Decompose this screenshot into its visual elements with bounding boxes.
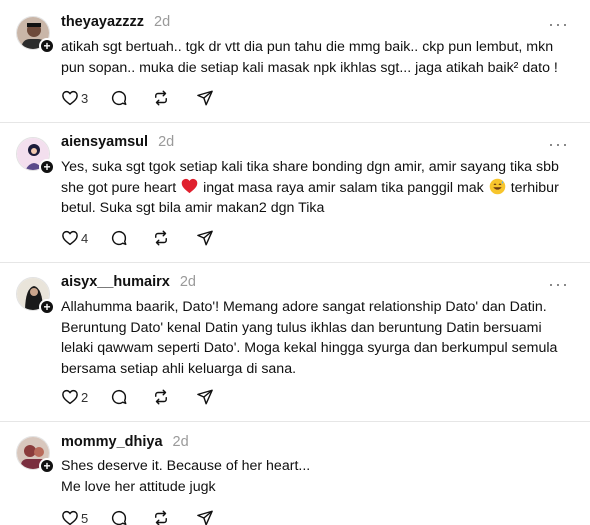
like-count: 3 (81, 90, 89, 106)
comment-button[interactable] (110, 508, 128, 525)
share-button[interactable] (196, 88, 214, 108)
comment-line: Yes, suka sgt tgok setiap kali tika shar… (61, 159, 559, 175)
comment-line: Beruntung Dato' kenal Datin yang tulus i… (61, 319, 542, 336)
repost-button[interactable] (152, 88, 170, 108)
comment-text: atikah sgt bertuah.. tgk dr vtt dia pun … (61, 37, 581, 78)
username[interactable]: aiensyamsul (61, 134, 148, 150)
comment-icon (112, 510, 127, 525)
avatar[interactable]: + (16, 16, 55, 54)
comments-feed: + theyayazzzz 2d ··· atikah sgt bertuah.… (0, 0, 590, 525)
action-bar: 3 (61, 88, 214, 108)
comment-post: + aisyx__humairx 2d ··· Allahumma baarik… (0, 263, 590, 421)
comment-icon (112, 90, 127, 106)
action-bar: 2 (61, 387, 214, 407)
more-icon[interactable]: ··· (548, 135, 569, 153)
timestamp: 2d (172, 434, 189, 450)
like-button[interactable]: 3 (61, 88, 88, 108)
like-count: 2 (81, 389, 89, 405)
repost-icon (155, 389, 168, 405)
action-bar: 5 (61, 508, 214, 525)
heart-icon (62, 230, 78, 246)
comment-text: Shes deserve it. Because of her heart...… (61, 456, 581, 497)
heart-icon (62, 90, 78, 106)
comment-button[interactable] (110, 387, 128, 407)
heart-icon (62, 510, 78, 525)
repost-icon (155, 90, 168, 106)
follow-plus-icon[interactable]: + (39, 38, 55, 54)
like-count: 5 (81, 510, 89, 525)
repost-button[interactable] (152, 508, 170, 525)
comment-line: betul. Suka sgt bila amir makan2 dgn Tik… (61, 200, 325, 216)
username[interactable]: theyayazzzz (61, 14, 144, 30)
avatar[interactable]: + (16, 277, 55, 315)
comment-text: Allahumma baarik, Dato'! Memang adore sa… (61, 297, 581, 379)
follow-plus-icon[interactable]: + (39, 159, 55, 175)
more-icon[interactable]: ··· (548, 15, 569, 33)
avatar[interactable]: + (16, 436, 55, 474)
repost-icon (155, 510, 168, 525)
timestamp: 2d (179, 274, 196, 290)
comment-line: lelaki qawwam seperti Dato'. Moga kekal … (61, 340, 558, 356)
comment-button[interactable] (110, 228, 128, 248)
comment-text: Yes, suka sgt tgok setiap kali tika shar… (61, 157, 581, 219)
avatar[interactable]: + (16, 137, 55, 175)
comment-line: Shes deserve it. Because of her heart... (61, 458, 311, 474)
comment-line: Me love her attitude jugk (61, 478, 216, 495)
share-button[interactable] (196, 387, 214, 407)
like-button[interactable]: 5 (61, 508, 88, 525)
username[interactable]: aisyx__humairx (61, 274, 170, 290)
like-button[interactable]: 2 (61, 387, 88, 407)
comment-post: + aiensyamsul 2d ··· Yes, suka sgt tgok … (0, 123, 590, 262)
repost-button[interactable] (152, 387, 170, 407)
follow-plus-icon[interactable]: + (39, 299, 55, 315)
follow-plus-icon[interactable]: + (39, 458, 55, 474)
share-button[interactable] (196, 508, 214, 525)
comment-line-segment: terhibur (510, 179, 559, 196)
comment-line: pun sopan.. muka die setiap kali masak n… (61, 59, 558, 76)
comment-line-segment: she got pure heart (61, 179, 177, 196)
more-icon[interactable]: ··· (548, 275, 569, 293)
comment-line: bersama setiap ahli keluarga di sana. (61, 360, 297, 377)
grinning-sweat-emoji-icon (489, 178, 506, 194)
comment-button[interactable] (110, 88, 128, 108)
repost-button[interactable] (152, 228, 170, 248)
like-count: 4 (81, 230, 89, 246)
like-button[interactable]: 4 (61, 228, 88, 248)
comment-icon (112, 389, 127, 405)
share-icon (197, 510, 214, 525)
repost-icon (155, 230, 168, 246)
comment-line-segment: ingat masa raya amir salam tika panggil … (203, 179, 484, 196)
timestamp: 2d (158, 134, 175, 150)
comment-post: + theyayazzzz 2d ··· atikah sgt bertuah.… (0, 0, 590, 122)
share-icon (197, 230, 214, 246)
red-heart-emoji-icon (181, 178, 198, 193)
share-button[interactable] (196, 228, 214, 248)
heart-icon (62, 389, 78, 405)
comment-line: she got pure heart ingat masa raya amir … (61, 178, 581, 199)
action-bar: 4 (61, 228, 214, 248)
comment-line: Allahumma baarik, Dato'! Memang adore sa… (61, 299, 547, 315)
share-icon (197, 90, 214, 106)
share-icon (197, 389, 214, 405)
comment-line: atikah sgt bertuah.. tgk dr vtt dia pun … (61, 39, 554, 55)
username[interactable]: mommy_dhiya (61, 434, 163, 450)
comment-icon (112, 230, 127, 246)
comment-post: + mommy_dhiya 2d Shes deserve it. Becaus… (0, 422, 590, 525)
timestamp: 2d (154, 14, 171, 30)
